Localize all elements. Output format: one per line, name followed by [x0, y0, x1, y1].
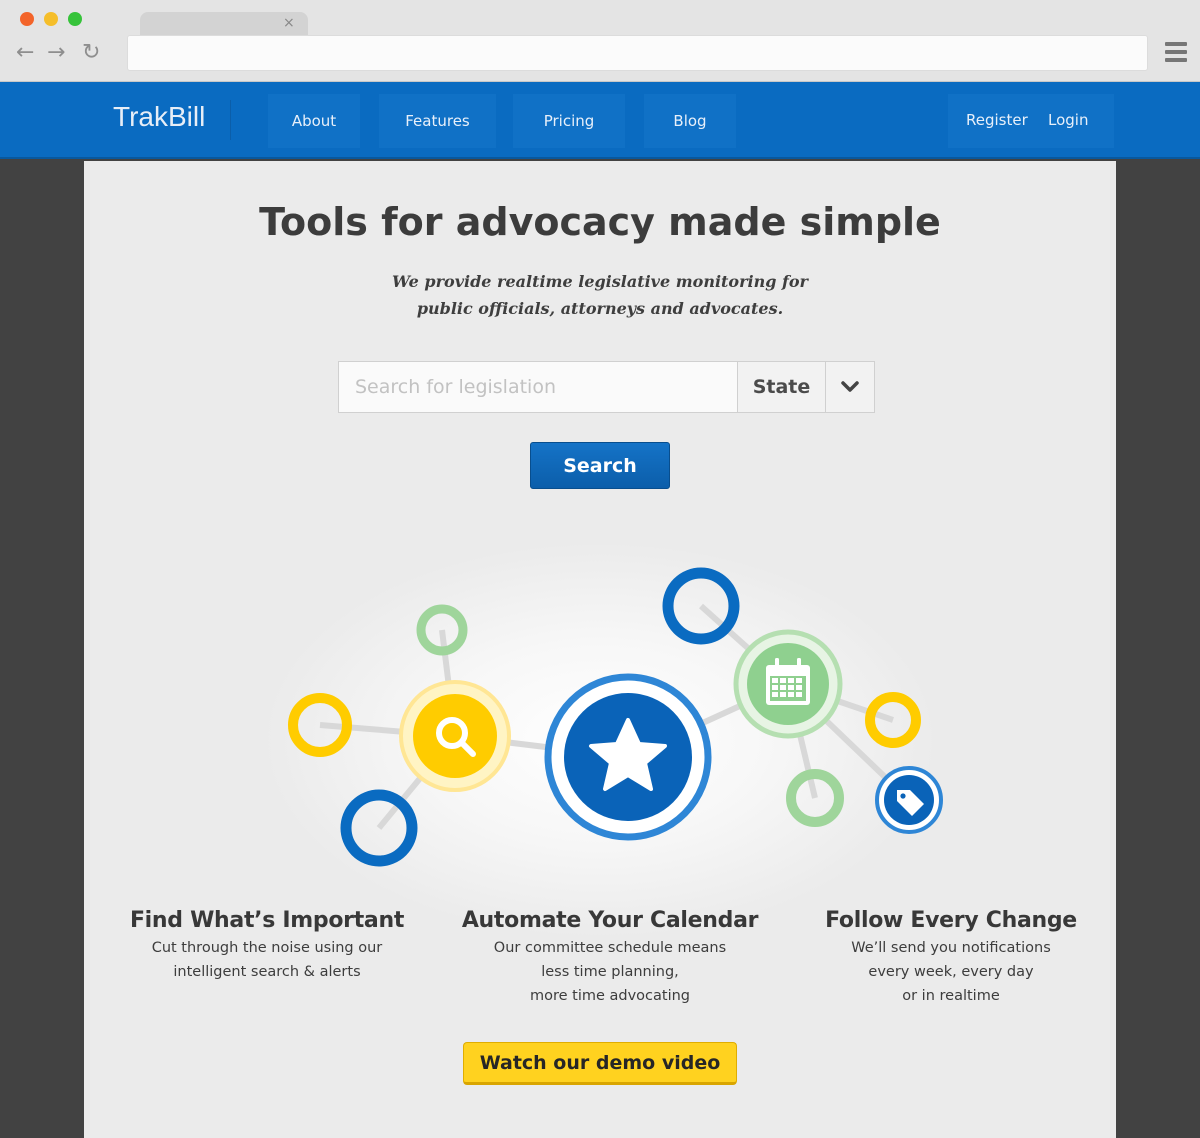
feature-follow: Follow Every Change We’ll send you notif…: [810, 906, 1092, 1008]
feature-title: Find What’s Important: [129, 908, 405, 933]
tag-node: [875, 766, 943, 834]
feature-text: Cut through the noise using our intellig…: [151, 940, 383, 980]
feature-find: Find What’s Important Cut through the no…: [120, 906, 414, 984]
demo-video-button[interactable]: Watch our demo video: [463, 1042, 737, 1085]
feature-title: Automate Your Calendar: [461, 908, 759, 933]
calendar-icon: [766, 658, 810, 705]
feature-text: We’ll send you notifications every week,…: [851, 940, 1051, 1004]
feature-calendar: Automate Your Calendar Our committee sch…: [455, 906, 765, 1008]
calendar-node: [733, 629, 843, 739]
feature-text: Our committee schedule means less time p…: [493, 940, 727, 1004]
search-node: [399, 680, 511, 792]
star-node: [544, 673, 712, 841]
feature-title: Follow Every Change: [825, 908, 1077, 933]
